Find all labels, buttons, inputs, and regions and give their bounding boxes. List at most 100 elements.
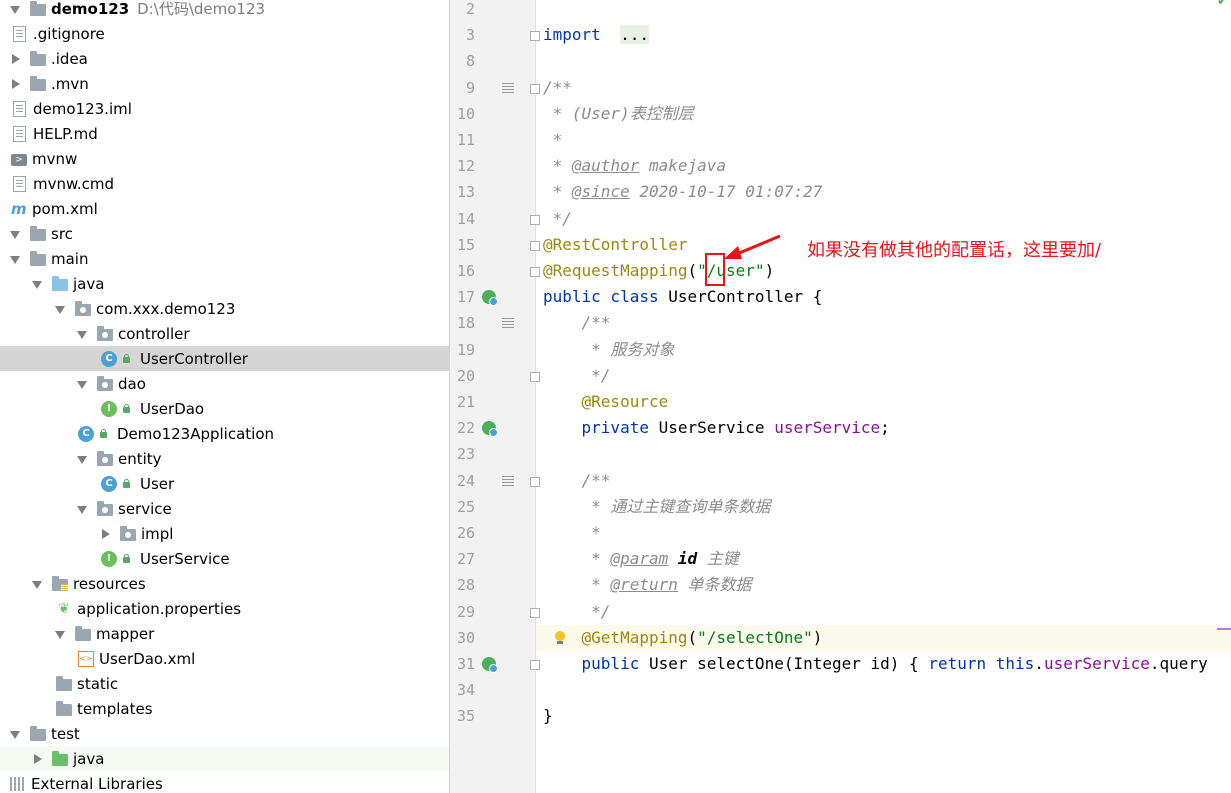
tree-item[interactable]: demo123.iml	[0, 96, 449, 121]
code-line[interactable]: /**	[543, 468, 611, 494]
code-line[interactable]: public class UserController {	[543, 284, 822, 310]
chevron-down-icon[interactable]	[77, 378, 89, 390]
fold-marker-icon[interactable]	[530, 240, 540, 251]
chevron-down-icon[interactable]	[10, 728, 22, 740]
chevron-right-icon[interactable]	[32, 753, 44, 765]
tree-item[interactable]: HELP.md	[0, 121, 449, 146]
spring-bean-gutter-icon[interactable]	[482, 657, 498, 673]
code-line[interactable]: * @since 2020-10-17 01:07:27	[543, 179, 823, 205]
tree-item[interactable]: src	[0, 221, 449, 246]
tree-item[interactable]: mapper	[0, 621, 449, 646]
tree-item[interactable]: test	[0, 721, 449, 746]
tree-item[interactable]: entity	[0, 446, 449, 471]
code-line[interactable]: */	[543, 599, 610, 625]
tree-item[interactable]: resources	[0, 571, 449, 596]
tree-item[interactable]: .mvn	[0, 71, 449, 96]
fold-marker-icon[interactable]	[530, 214, 540, 225]
code-line[interactable]: * @author makejava	[543, 153, 726, 179]
chevron-down-icon[interactable]	[10, 253, 22, 265]
tree-item-label: UserController	[140, 349, 248, 368]
text-file-icon	[13, 175, 26, 192]
ignore-file-icon	[13, 25, 26, 42]
folder-icon	[30, 250, 46, 266]
tree-item[interactable]: I UserDao	[0, 396, 449, 421]
chevron-down-icon[interactable]	[77, 503, 89, 515]
chevron-down-icon[interactable]	[55, 628, 67, 640]
lock-icon	[99, 429, 108, 438]
tree-item[interactable]: mvnw.cmd	[0, 171, 449, 196]
code-line[interactable]: */	[543, 363, 610, 389]
code-line[interactable]: }	[543, 703, 553, 729]
chevron-down-icon[interactable]	[55, 303, 67, 315]
fold-marker-icon[interactable]	[530, 371, 540, 382]
tree-item[interactable]: C UserController	[0, 346, 449, 371]
tree-item[interactable]: service	[0, 496, 449, 521]
code-line[interactable]: * @return 单条数据	[543, 572, 751, 598]
intention-bulb-icon[interactable]	[554, 630, 566, 645]
fold-marker-icon[interactable]	[530, 660, 540, 670]
tree-item[interactable]: C Demo123Application	[0, 421, 449, 446]
code-line[interactable]: * 通过主键查询单条数据	[543, 494, 770, 520]
chevron-right-icon[interactable]	[100, 528, 112, 540]
tree-item[interactable]: .gitignore	[0, 21, 449, 46]
fold-marker-icon[interactable]	[530, 267, 540, 277]
code-line[interactable]: public User selectOne(Integer id) { retu…	[543, 651, 1208, 677]
tree-item[interactable]: m pom.xml	[0, 196, 449, 221]
code-token: /**	[543, 313, 611, 333]
tree-item[interactable]: static	[0, 671, 449, 696]
tree-item[interactable]: ❦ application.properties	[0, 596, 449, 621]
code-line[interactable]: * 服务对象	[543, 337, 674, 363]
fold-marker-icon[interactable]	[530, 476, 540, 487]
render-doc-icon[interactable]	[502, 475, 514, 486]
code-line[interactable]: /**	[543, 310, 611, 336]
tree-item[interactable]: com.xxx.demo123	[0, 296, 449, 321]
render-doc-icon[interactable]	[502, 318, 514, 329]
tree-item[interactable]: impl	[0, 521, 449, 546]
line-number: 12	[456, 157, 475, 176]
render-doc-icon[interactable]	[502, 82, 514, 93]
tree-item[interactable]: templates	[0, 696, 449, 721]
inspection-ok-icon[interactable]: ✔	[1217, 0, 1228, 9]
code-token: @RestController	[543, 234, 688, 254]
fold-marker-icon[interactable]	[530, 607, 540, 618]
fold-marker-icon[interactable]	[530, 83, 540, 94]
spring-bean-gutter-icon[interactable]	[482, 421, 498, 438]
chevron-right-icon[interactable]	[10, 78, 22, 90]
code-line[interactable]: @Resource	[543, 389, 669, 415]
chevron-down-icon[interactable]	[32, 278, 44, 290]
test-folder-icon	[52, 750, 68, 766]
tree-item[interactable]: java	[0, 271, 449, 296]
code-line[interactable]: private UserService userService;	[543, 415, 890, 441]
code-line[interactable]: @GetMapping("/selectOne")	[543, 625, 823, 651]
code-line[interactable]: @RestController	[543, 232, 688, 258]
package-icon	[120, 525, 136, 541]
tree-item[interactable]: dao	[0, 371, 449, 396]
chevron-down-icon[interactable]	[10, 228, 22, 240]
chevron-down-icon[interactable]	[10, 3, 22, 15]
chevron-down-icon[interactable]	[77, 328, 89, 340]
code-line[interactable]: *	[543, 127, 563, 153]
chevron-right-icon[interactable]	[10, 53, 22, 65]
tree-item[interactable]: controller	[0, 321, 449, 346]
tree-item[interactable]: main	[0, 246, 449, 271]
code-line[interactable]: /**	[543, 75, 572, 101]
tree-item[interactable]: I UserService	[0, 546, 449, 571]
code-line[interactable]: * @param id 主键	[543, 546, 739, 572]
code-line[interactable]: * (User)表控制层	[543, 101, 694, 127]
line-number: 26	[456, 524, 475, 542]
code-line[interactable]: */	[543, 206, 572, 232]
tree-item[interactable]: demo123 D:\代码\demo123	[0, 0, 449, 21]
spring-bean-gutter-icon[interactable]	[482, 290, 498, 307]
tree-item[interactable]: C User	[0, 471, 449, 496]
chevron-down-icon[interactable]	[77, 453, 89, 465]
code-token: "/selectOne"	[697, 627, 813, 647]
tree-item[interactable]: java	[0, 746, 449, 771]
fold-marker-icon[interactable]	[530, 31, 540, 42]
tree-item[interactable]: <> UserDao.xml	[0, 646, 449, 671]
code-line[interactable]: *	[543, 520, 601, 546]
code-line[interactable]: import ...	[543, 22, 649, 48]
tree-item[interactable]: External Libraries	[0, 771, 449, 793]
tree-item[interactable]: > mvnw	[0, 146, 449, 171]
chevron-down-icon[interactable]	[32, 578, 44, 590]
tree-item[interactable]: .idea	[0, 46, 449, 71]
